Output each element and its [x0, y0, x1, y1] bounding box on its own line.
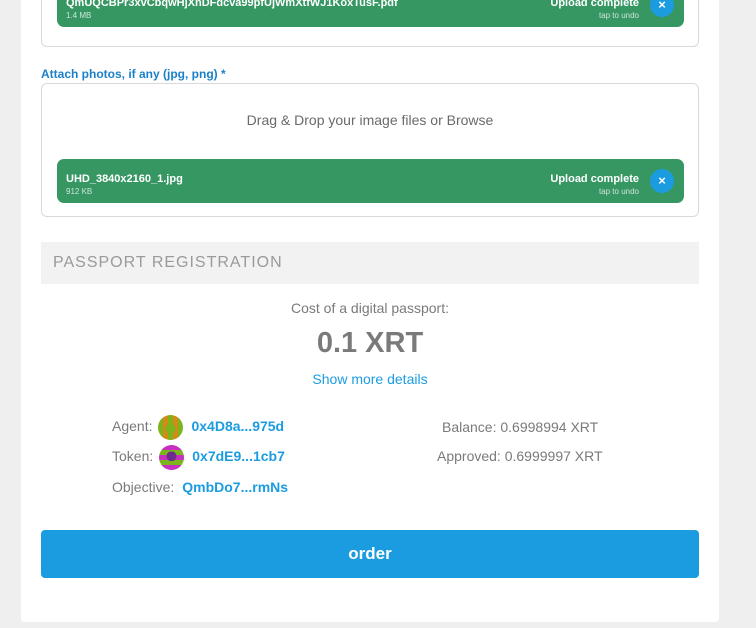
close-icon: ×	[658, 0, 666, 12]
close-icon: ×	[658, 173, 666, 188]
file-size: 1.4 MB	[66, 11, 92, 20]
upload-status: Upload complete	[550, 0, 639, 9]
cost-value: 0.1 XRT	[316, 327, 424, 359]
agent-identicon	[158, 415, 184, 440]
uploaded-file-photo: UHD_3840x2160_1.jpg 912 KB Upload comple…	[57, 159, 684, 203]
token-row: Token: 0x7dE9...1cb7	[112, 445, 285, 470]
balance-text: Balance: 0.6998994 XRT	[442, 419, 599, 435]
token-address-link[interactable]: 0x7dE9...1cb7	[192, 448, 285, 464]
agent-label: Agent:	[112, 418, 153, 435]
section-header: PASSPORT REGISTRATION	[41, 242, 699, 284]
agent-address-link[interactable]: 0x4D8a...975d	[191, 418, 284, 434]
approved-text: Approved: 0.6999997 XRT	[437, 448, 603, 464]
token-label: Token:	[112, 448, 154, 465]
passport-form-card: QmUQCBPr3xvCbqwHjXnDFdcva99pfUjWmXtfWJ1K…	[21, 0, 719, 622]
undo-hint[interactable]: tap to undo	[599, 11, 639, 20]
photos-field-label: Attach photos, if any (jpg, png) *	[41, 67, 226, 81]
objective-row: Objective: QmbDo7...rmNs	[112, 479, 288, 495]
file-name: QmUQCBPr3xvCbqwHjXnDFdcva99pfUjWmXtfWJ1K…	[66, 0, 398, 9]
photos-dropzone[interactable]: Drag & Drop your image files or Browse U…	[41, 83, 699, 217]
file-size: 912 KB	[66, 187, 93, 196]
show-details-link[interactable]: Show more details	[21, 371, 719, 387]
undo-hint[interactable]: tap to undo	[599, 187, 639, 196]
file-name: UHD_3840x2160_1.jpg	[66, 173, 183, 185]
order-button[interactable]: order	[41, 530, 699, 578]
document-dropzone[interactable]: QmUQCBPr3xvCbqwHjXnDFdcva99pfUjWmXtfWJ1K…	[41, 0, 699, 47]
remove-file-button[interactable]: ×	[650, 0, 674, 17]
agent-row: Agent: 0x4D8a...975d	[112, 415, 284, 440]
remove-file-button[interactable]: ×	[650, 169, 674, 193]
cost-label: Cost of a digital passport:	[291, 300, 449, 316]
token-identicon	[159, 445, 185, 470]
objective-hash-link[interactable]: QmbDo7...rmNs	[182, 479, 288, 495]
objective-label: Objective:	[112, 479, 175, 495]
drop-instructions[interactable]: Drag & Drop your image files or Browse	[42, 112, 698, 128]
uploaded-file-document: QmUQCBPr3xvCbqwHjXnDFdcva99pfUjWmXtfWJ1K…	[57, 0, 684, 27]
upload-status: Upload complete	[550, 173, 639, 185]
